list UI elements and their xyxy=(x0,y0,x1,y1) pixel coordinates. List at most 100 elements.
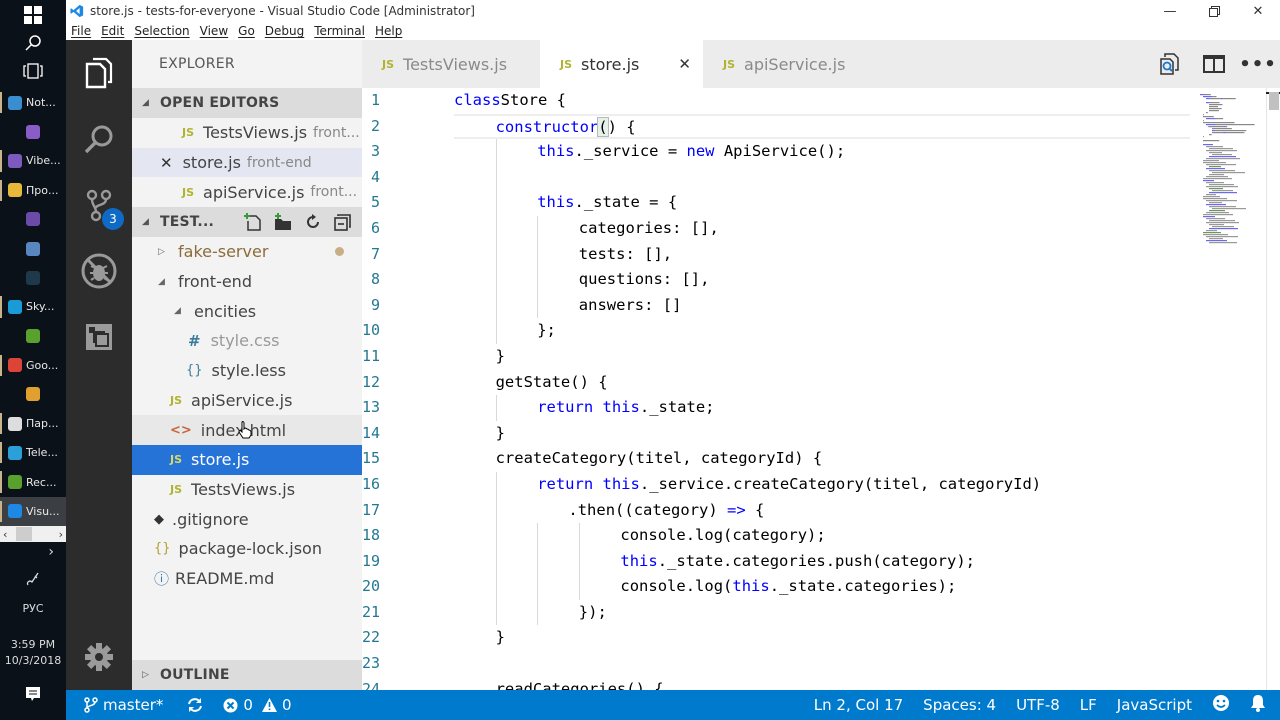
menu-help[interactable]: Help xyxy=(375,24,402,38)
new-folder-button[interactable] xyxy=(272,211,294,233)
tray-expand-button[interactable]: › xyxy=(0,544,66,560)
tree-item-style-css[interactable]: # style.css xyxy=(132,326,362,356)
outline-header[interactable]: ▷ OUTLINE xyxy=(132,660,362,690)
close-tab-icon[interactable]: ✕ xyxy=(678,55,691,73)
refresh-explorer-button[interactable] xyxy=(302,211,324,233)
scroll-thumb[interactable] xyxy=(16,527,32,541)
taskbar-app[interactable]: Rec... xyxy=(0,467,66,496)
tree-item-front-end[interactable]: ◢ front-end xyxy=(132,267,362,297)
code-line[interactable]: }); xyxy=(454,599,1190,626)
tree-item-package-lock[interactable]: {} package-lock.json xyxy=(132,534,362,564)
open-editor-item-apiservice[interactable]: JS apiService.js front... xyxy=(132,177,362,207)
code-line[interactable]: getState() { xyxy=(454,370,1190,396)
menu-view[interactable]: View xyxy=(200,24,228,38)
tree-item-fake-server[interactable]: ▷ fake-server xyxy=(132,237,362,267)
tree-item-style-less[interactable]: {} style.less xyxy=(132,356,362,386)
input-language[interactable]: РУС xyxy=(0,602,66,615)
language-mode[interactable]: JavaScript xyxy=(1117,696,1192,714)
debug-view-button[interactable] xyxy=(66,238,132,304)
menu-go[interactable]: Go xyxy=(238,24,255,38)
problems-item[interactable]: 0 0 xyxy=(223,696,292,714)
menu-edit[interactable]: Edit xyxy=(101,24,124,38)
cursor-position[interactable]: Ln 2, Col 17 xyxy=(814,696,903,714)
tab-apiservice[interactable]: JS apiService.js xyxy=(703,40,878,88)
tree-item-testsviews[interactable]: JS TestsViews.js xyxy=(132,475,362,505)
code-line[interactable] xyxy=(454,164,1190,191)
clock-date[interactable]: 10/3/2018 xyxy=(0,654,66,667)
code-line[interactable]: readCategories() { xyxy=(454,677,1190,690)
code-line[interactable]: return this._service.createCategory(tite… xyxy=(454,471,1190,498)
feedback-button[interactable] xyxy=(1212,694,1230,716)
taskbar-app[interactable]: Пар... xyxy=(0,409,66,438)
code-line[interactable]: } xyxy=(454,421,1190,447)
code-line[interactable]: classStore { xyxy=(454,88,1190,114)
taskbar-app[interactable] xyxy=(0,234,66,263)
code-line[interactable]: .then((category) => { xyxy=(454,497,1190,524)
collapse-all-button[interactable] xyxy=(332,211,354,233)
windows-start-button[interactable] xyxy=(18,2,48,28)
code-line[interactable]: questions: [], xyxy=(454,267,1190,293)
open-editor-item-store[interactable]: ✕ store.js front-end xyxy=(132,147,362,178)
code-line[interactable]: return this._state; xyxy=(454,395,1190,421)
menu-file[interactable]: File xyxy=(71,24,91,38)
tree-item-gitignore[interactable]: ◆ .gitignore xyxy=(132,504,362,534)
scroll-left-icon[interactable]: ‹ xyxy=(3,528,7,541)
minimap[interactable] xyxy=(1196,88,1266,248)
taskbar-app[interactable] xyxy=(0,117,66,146)
code-line[interactable]: categories: [], xyxy=(454,215,1190,242)
taskbar-app[interactable]: Vibe... xyxy=(0,146,66,175)
tree-item-index-html[interactable]: <> index.html xyxy=(132,415,362,445)
menu-terminal[interactable]: Terminal xyxy=(314,24,365,38)
menu-debug[interactable]: Debug xyxy=(265,24,304,38)
explorer-view-button[interactable] xyxy=(66,40,132,106)
close-window-button[interactable]: ✕ xyxy=(1236,0,1280,22)
tab-store[interactable]: JS store.js ✕ xyxy=(540,40,703,88)
taskbar-app[interactable]: Not... xyxy=(0,88,66,117)
indentation[interactable]: Spaces: 4 xyxy=(923,696,996,714)
sync-button[interactable] xyxy=(187,697,203,713)
taskbar-scrollbar[interactable]: ‹ › xyxy=(0,526,66,542)
search-view-button[interactable] xyxy=(66,106,132,172)
code-line[interactable]: this._service = new ApiService(); xyxy=(454,139,1190,165)
encoding[interactable]: UTF-8 xyxy=(1016,696,1060,714)
extensions-view-button[interactable] xyxy=(66,304,132,370)
git-branch-item[interactable]: master* xyxy=(84,696,163,714)
code-line[interactable]: } xyxy=(454,344,1190,370)
taskbar-app[interactable]: Goo... xyxy=(0,351,66,380)
taskbar-app[interactable] xyxy=(0,322,66,351)
taskbar-app[interactable]: Про... xyxy=(0,176,66,205)
open-changes-button[interactable] xyxy=(1148,53,1192,75)
taskbar-app[interactable] xyxy=(0,380,66,409)
code-line[interactable]: this._state = { xyxy=(454,190,1190,216)
tab-testsviews[interactable]: JS TestsViews.js xyxy=(362,40,540,88)
more-actions-button[interactable]: ••• xyxy=(1236,54,1280,75)
tree-item-store[interactable]: JS store.js xyxy=(132,444,362,475)
task-view-button[interactable] xyxy=(18,58,48,84)
code-line[interactable]: constructor() { xyxy=(454,113,1190,140)
code-line[interactable]: this._state.categories.push(category); xyxy=(454,548,1190,575)
clock-time[interactable]: 3:59 PM xyxy=(0,638,66,651)
tree-item-apiservice[interactable]: JS apiService.js xyxy=(132,386,362,416)
scrollbar-thumb[interactable] xyxy=(1269,92,1279,110)
code-editor[interactable]: 1 2 3 4 5 6 7 8 9 10 11 12 13 14 15 16 17 18 19 20 21 22 23 24 … xyxy=(362,88,1280,690)
code-line[interactable]: console.log(category); xyxy=(454,523,1190,549)
scroll-right-icon[interactable]: › xyxy=(59,528,63,541)
new-file-button[interactable] xyxy=(242,211,264,233)
taskbar-app[interactable]: Visu... xyxy=(0,496,66,526)
taskbar-app[interactable] xyxy=(0,205,66,234)
split-editor-button[interactable] xyxy=(1192,55,1236,73)
code-line[interactable]: console.log(this._state.categories); xyxy=(454,574,1190,600)
taskbar-app[interactable]: Sky... xyxy=(0,292,66,321)
code-line[interactable]: } xyxy=(454,625,1190,651)
restore-button[interactable] xyxy=(1192,0,1236,22)
source-control-view-button[interactable]: 3 xyxy=(66,172,132,238)
tree-item-readme[interactable]: ⓘ README.md xyxy=(132,564,362,594)
code-line[interactable]: }; xyxy=(454,318,1190,344)
code-line[interactable]: createCategory(titel, categoryId) { xyxy=(454,446,1190,472)
project-folder-header[interactable]: ◢ TEST... xyxy=(132,207,362,238)
notifications-button[interactable] xyxy=(1250,694,1266,716)
minimize-button[interactable]: — xyxy=(1148,0,1192,22)
manage-settings-button[interactable] xyxy=(66,624,132,690)
end-of-line[interactable]: LF xyxy=(1080,696,1097,714)
open-editor-item-testsviews[interactable]: JS TestsViews.js front... xyxy=(132,118,362,148)
